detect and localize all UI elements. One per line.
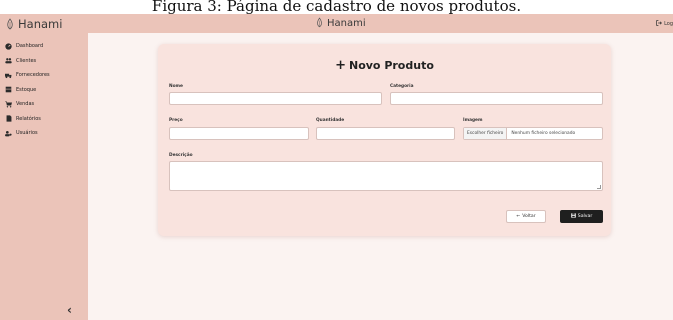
sidebar-item-vendas[interactable]: Vendas <box>5 97 50 112</box>
price-label: Preço <box>169 118 183 123</box>
main-content: + Novo Produto Nome Categoria Preço Quan… <box>88 33 673 320</box>
users-icon <box>5 57 12 64</box>
collapse-sidebar-button[interactable]: ‹ <box>67 304 79 316</box>
brand-name: Hanami <box>18 16 63 31</box>
description-textarea[interactable] <box>169 161 603 191</box>
figure-caption: Figura 3: Página de cadastro de novos pr… <box>151 0 522 14</box>
arrow-left-icon: ← <box>516 214 521 219</box>
category-label: Categoria <box>390 84 414 89</box>
save-button-label: Salvar <box>577 214 593 219</box>
logout-icon <box>656 19 662 28</box>
sidebar-item-label: Clientes <box>16 57 37 64</box>
sidebar-item-usuarios[interactable]: Usuários <box>5 126 50 141</box>
sidebar-item-label: Relatórios <box>16 115 41 122</box>
plus-icon: + <box>335 58 346 73</box>
quantity-input[interactable] <box>316 127 455 140</box>
description-label: Descrição <box>169 153 193 158</box>
topbar: Hanami Log <box>88 14 673 33</box>
sidebar-nav: Dashboard Clientes Fornecedores Estoque … <box>5 39 50 141</box>
logout-button[interactable]: Log <box>656 14 673 33</box>
sidebar-item-label: Vendas <box>16 101 35 108</box>
box-icon <box>5 86 12 93</box>
logout-label: Log <box>664 20 673 27</box>
file-status-text: Nenhum ficheiro selecionado <box>511 131 576 136</box>
sidebar-item-estoque[interactable]: Estoque <box>5 83 50 98</box>
floppy-disk-icon <box>571 213 576 220</box>
cart-icon <box>5 101 12 108</box>
save-button[interactable]: Salvar <box>560 210 603 223</box>
form-title: + Novo Produto <box>158 59 611 72</box>
sidebar-item-fornecedores[interactable]: Fornecedores <box>5 68 50 83</box>
price-input[interactable] <box>169 127 309 140</box>
truck-icon <box>5 72 12 79</box>
image-file-input[interactable]: Escolher ficheiro Nenhum ficheiro seleci… <box>463 127 603 140</box>
choose-file-button[interactable]: Escolher ficheiro <box>464 128 508 139</box>
user-cog-icon <box>5 130 12 137</box>
sidebar-item-label: Fornecedores <box>16 72 50 79</box>
gauge-icon <box>5 43 12 50</box>
topbar-brand: Hanami <box>316 14 366 33</box>
sidebar: Hanami Dashboard Clientes Fornecedores E… <box>0 14 88 320</box>
lotus-icon <box>316 17 323 31</box>
back-button[interactable]: ← Voltar <box>506 210 546 223</box>
file-icon <box>5 115 12 122</box>
name-label: Nome <box>169 84 183 89</box>
back-button-label: Voltar <box>522 214 536 219</box>
sidebar-item-clientes[interactable]: Clientes <box>5 54 50 69</box>
sidebar-item-label: Dashboard <box>16 43 44 50</box>
quantity-label: Quantidade <box>316 118 345 123</box>
resize-handle-icon[interactable] <box>597 185 601 189</box>
sidebar-item-relatorios[interactable]: Relatórios <box>5 112 50 127</box>
sidebar-brand[interactable]: Hanami <box>6 14 62 33</box>
image-label: Imagem <box>463 118 483 123</box>
new-product-form: + Novo Produto Nome Categoria Preço Quan… <box>158 44 611 236</box>
form-title-text: Novo Produto <box>349 59 434 72</box>
sidebar-item-label: Estoque <box>16 86 37 93</box>
name-input[interactable] <box>169 92 382 105</box>
sidebar-item-label: Usuários <box>16 130 38 137</box>
sidebar-item-dashboard[interactable]: Dashboard <box>5 39 50 54</box>
category-input[interactable] <box>390 92 603 105</box>
lotus-icon <box>6 17 14 30</box>
topbar-brand-name: Hanami <box>327 18 366 29</box>
